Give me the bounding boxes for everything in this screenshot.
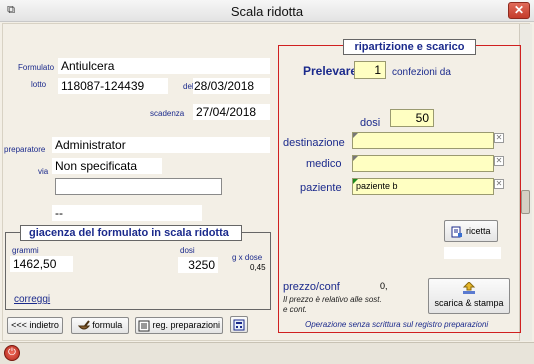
confezioni-label: confezioni da — [392, 67, 451, 78]
paziente-label: paziente — [300, 182, 342, 194]
gxdose-value: 0,45 — [250, 263, 266, 272]
destinazione-marker-icon — [353, 133, 358, 138]
ripartizione-title: ripartizione e scarico — [343, 39, 476, 55]
lotto-label: lotto — [31, 80, 47, 89]
dosi-giacenza-label: dosi — [180, 246, 195, 255]
scroll-thumb[interactable] — [521, 190, 530, 214]
destinazione-field[interactable] — [352, 132, 494, 149]
dosi-giacenza-field: 3250 — [178, 257, 218, 273]
ricetta-icon — [451, 226, 463, 238]
title-bar: ⧉ Scala ridotta ✕ — [0, 0, 534, 22]
ricetta-label: ricetta — [466, 226, 491, 236]
del-field: 28/03/2018 — [193, 78, 270, 94]
scadenza-field: 27/04/2018 — [193, 104, 270, 120]
ricetta-button[interactable]: ricetta — [444, 220, 498, 242]
mortar-icon — [77, 320, 90, 330]
via-field: Non specificata — [52, 158, 162, 174]
medico-field[interactable] — [352, 155, 494, 172]
medico-marker-icon — [353, 156, 358, 161]
prezzo-label: prezzo/conf — [283, 281, 340, 293]
prelevare-label: Prelevare — [303, 64, 358, 78]
extra-input[interactable] — [55, 178, 222, 195]
reg-preparazioni-button[interactable]: reg. preparazioni — [135, 317, 223, 334]
scarica-stampa-button[interactable]: scarica & stampa — [428, 278, 510, 314]
medico-clear-icon[interactable]: ✕ — [494, 156, 504, 166]
prezzo-note: Il prezzo è relativo alle sost. e cont. — [283, 295, 382, 314]
calculator-icon — [233, 319, 245, 331]
grammi-label: grammi — [12, 246, 39, 255]
destinazione-clear-icon[interactable]: ✕ — [494, 133, 504, 143]
lotto-field: 118087-124439 — [58, 78, 168, 94]
ricetta-info-field — [444, 247, 501, 259]
medico-label: medico — [306, 158, 342, 170]
paziente-field[interactable]: paziente b — [352, 178, 494, 195]
operation-note: Operazione senza scrittura sul registro … — [305, 320, 489, 329]
scadenza-label: scadenza — [150, 109, 185, 118]
preparatore-field: Administrator — [52, 137, 270, 153]
formulato-label: Formulato — [18, 63, 55, 72]
register-icon — [138, 320, 150, 332]
prezzo-value: 0, — [380, 281, 388, 291]
scarica-stampa-label: scarica & stampa — [434, 298, 504, 308]
formulato-field: Antiulcera — [58, 58, 270, 74]
formula-label: formula — [92, 320, 123, 330]
close-button[interactable]: ✕ — [508, 2, 530, 19]
dosi-label: dosi — [360, 117, 381, 129]
power-icon[interactable]: ⏻ — [4, 345, 20, 361]
dosi-input[interactable]: 50 — [390, 109, 434, 127]
giacenza-title: giacenza del formulato in scala ridotta — [20, 225, 242, 241]
grammi-field: 1462,50 — [10, 256, 73, 272]
via-label: via — [38, 167, 49, 176]
status-bar — [0, 342, 534, 364]
gxdose-label: g x dose — [232, 253, 263, 262]
reg-preparazioni-label: reg. preparazioni — [152, 320, 221, 330]
destinazione-label: destinazione — [283, 137, 345, 149]
correggi-link[interactable]: correggi — [14, 294, 50, 305]
paziente-marker-icon — [353, 179, 358, 184]
preparatore-label: preparatore — [4, 145, 46, 154]
print-icon — [462, 281, 476, 294]
prelevare-input[interactable]: 1 — [354, 61, 386, 79]
paziente-clear-icon[interactable]: ✕ — [494, 179, 504, 189]
window-title: Scala ridotta — [230, 4, 304, 19]
extra-field: -- — [52, 205, 202, 221]
calculator-button[interactable] — [230, 316, 248, 333]
indietro-button[interactable]: <<< indietro — [7, 317, 63, 334]
formula-button[interactable]: formula — [71, 317, 129, 334]
